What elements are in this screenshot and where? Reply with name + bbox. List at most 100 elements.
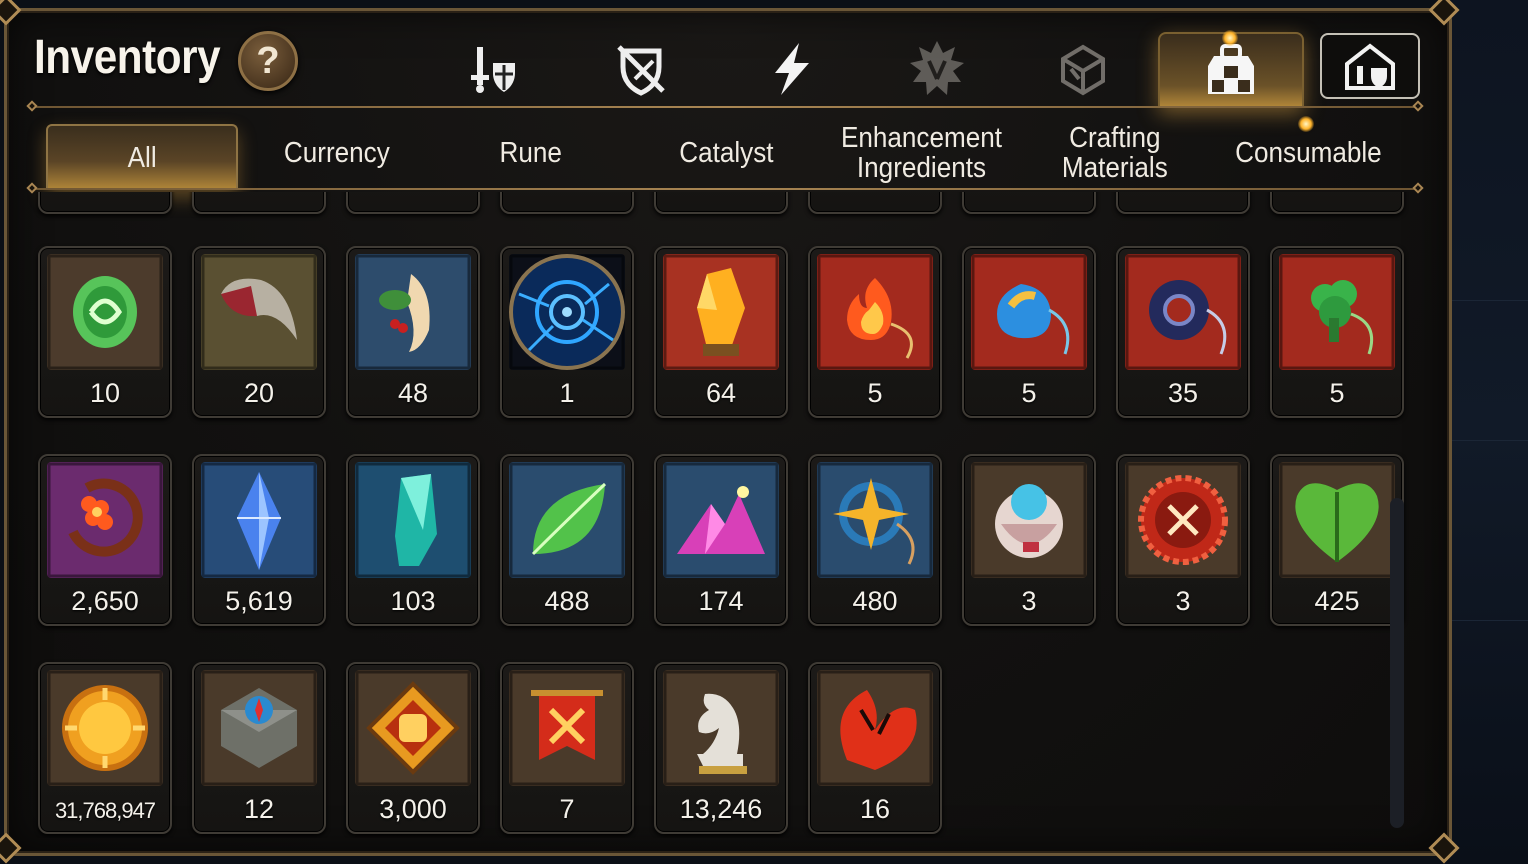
inventory-slot[interactable]: [38, 192, 172, 214]
cube-icon[interactable]: [1048, 34, 1118, 104]
item-count: 480: [852, 586, 898, 616]
item-count: 5: [1329, 378, 1345, 408]
inventory-slot[interactable]: 5: [1270, 246, 1404, 418]
item-count: 35: [1167, 378, 1199, 408]
header-divider: [32, 106, 1420, 108]
lightning-icon[interactable]: [756, 34, 826, 104]
item-count: 3: [1021, 586, 1037, 616]
inventory-slot[interactable]: [500, 192, 634, 214]
flower-ring-icon: [47, 462, 163, 578]
tab-rune[interactable]: Rune: [436, 118, 626, 188]
stone-compass-icon: [201, 670, 317, 786]
knight-chess-icon: [663, 670, 779, 786]
notification-spark: [1222, 30, 1238, 46]
corner-ornament: [0, 0, 22, 26]
tab-label: Crafting Materials: [1062, 122, 1168, 184]
item-count: 3: [1175, 586, 1191, 616]
inventory-slot[interactable]: 13,246: [654, 662, 788, 834]
item-count: 103: [390, 586, 436, 616]
bag-icon[interactable]: [1196, 36, 1266, 106]
item-grid: 10 20 48 1 64 5 5 35 5 2,650 5,619 103 488 174 480 3 3 42…: [30, 192, 1410, 838]
teal-crystal-icon: [355, 462, 471, 578]
tab-divider: [32, 188, 1420, 190]
inventory-slot[interactable]: 1: [500, 246, 634, 418]
page-title: Inventory: [34, 31, 221, 84]
item-count: 5: [867, 378, 883, 408]
inventory-slot[interactable]: 5: [808, 246, 942, 418]
artifact-icon[interactable]: [902, 34, 972, 104]
green-gem-icon: [47, 254, 163, 370]
tab-currency[interactable]: Currency: [242, 118, 432, 188]
inventory-slot[interactable]: [1116, 192, 1250, 214]
inventory-slot[interactable]: [654, 192, 788, 214]
inventory-slot[interactable]: [1270, 192, 1404, 214]
water-charm-icon: [971, 254, 1087, 370]
item-count: 10: [89, 378, 121, 408]
tab-catalyst[interactable]: Catalyst: [630, 118, 822, 188]
tab-label: Rune: [499, 137, 563, 169]
pod-device-icon: [971, 462, 1087, 578]
inventory-slot[interactable]: 5: [962, 246, 1096, 418]
scrollbar[interactable]: [1390, 498, 1404, 828]
fire-charm-icon: [817, 254, 933, 370]
inventory-slot[interactable]: [346, 192, 480, 214]
tab-all[interactable]: All: [46, 124, 238, 190]
herb-root-icon: [355, 254, 471, 370]
inventory-slot[interactable]: 12: [192, 662, 326, 834]
tab-crafting-materials[interactable]: Crafting Materials: [1020, 118, 1210, 188]
inventory-slot[interactable]: 20: [192, 246, 326, 418]
hero-storage-button[interactable]: [1320, 33, 1420, 99]
inventory-slot[interactable]: 48: [346, 246, 480, 418]
inventory-slot[interactable]: 3,000: [346, 662, 480, 834]
inventory-slot[interactable]: 2,650: [38, 454, 172, 626]
inventory-slot[interactable]: 64: [654, 246, 788, 418]
inventory-slot[interactable]: 3: [1116, 454, 1250, 626]
inventory-slot[interactable]: [962, 192, 1096, 214]
inventory-slot[interactable]: 425: [1270, 454, 1404, 626]
inventory-slot[interactable]: 5,619: [192, 454, 326, 626]
inventory-slot[interactable]: 103: [346, 454, 480, 626]
inventory-slot[interactable]: 7: [500, 662, 634, 834]
claw-icon: [201, 254, 317, 370]
item-count: 7: [559, 794, 575, 824]
inventory-slot[interactable]: [192, 192, 326, 214]
gold-coin-icon: [47, 670, 163, 786]
help-label: ?: [256, 39, 280, 82]
item-count: 5: [1021, 378, 1037, 408]
item-count: 64: [705, 378, 737, 408]
inventory-slot[interactable]: 10: [38, 246, 172, 418]
item-count: 488: [544, 586, 590, 616]
inventory-slot[interactable]: 480: [808, 454, 942, 626]
inventory-slot[interactable]: 35: [1116, 246, 1250, 418]
fist-badge-icon: [355, 670, 471, 786]
item-count: 425: [1314, 586, 1360, 616]
item-count: 13,246: [679, 794, 763, 824]
item-count: 20: [243, 378, 275, 408]
star-charm-icon: [817, 462, 933, 578]
equipment-icon[interactable]: [460, 34, 530, 104]
unequipped-icon[interactable]: [606, 34, 676, 104]
tab-enhancement-ingredients[interactable]: Enhancement Ingredients: [824, 118, 1018, 188]
inventory-slot[interactable]: 174: [654, 454, 788, 626]
help-button[interactable]: ?: [238, 31, 298, 91]
tab-label: All: [127, 142, 157, 174]
amber-crystal-icon: [663, 254, 779, 370]
item-count: 16: [859, 794, 891, 824]
green-leaf-icon: [509, 462, 625, 578]
inventory-slot[interactable]: 31,768,947: [38, 662, 172, 834]
inventory-slot[interactable]: 3: [962, 454, 1096, 626]
red-seal-icon: [1125, 462, 1241, 578]
item-count: 2,650: [71, 586, 139, 616]
tab-label: Enhancement Ingredients: [840, 122, 1002, 184]
inventory-slot[interactable]: 488: [500, 454, 634, 626]
background-strip: [1440, 0, 1528, 864]
tree-charm-icon: [1279, 254, 1395, 370]
item-count: 3,000: [379, 794, 447, 824]
inventory-slot[interactable]: [808, 192, 942, 214]
inventory-slot[interactable]: 16: [808, 662, 942, 834]
red-leaf-icon: [817, 670, 933, 786]
tab-label: Currency: [284, 137, 390, 169]
item-count: 31,768,947: [54, 798, 156, 823]
item-count: 48: [397, 378, 429, 408]
war-banner-icon: [509, 670, 625, 786]
